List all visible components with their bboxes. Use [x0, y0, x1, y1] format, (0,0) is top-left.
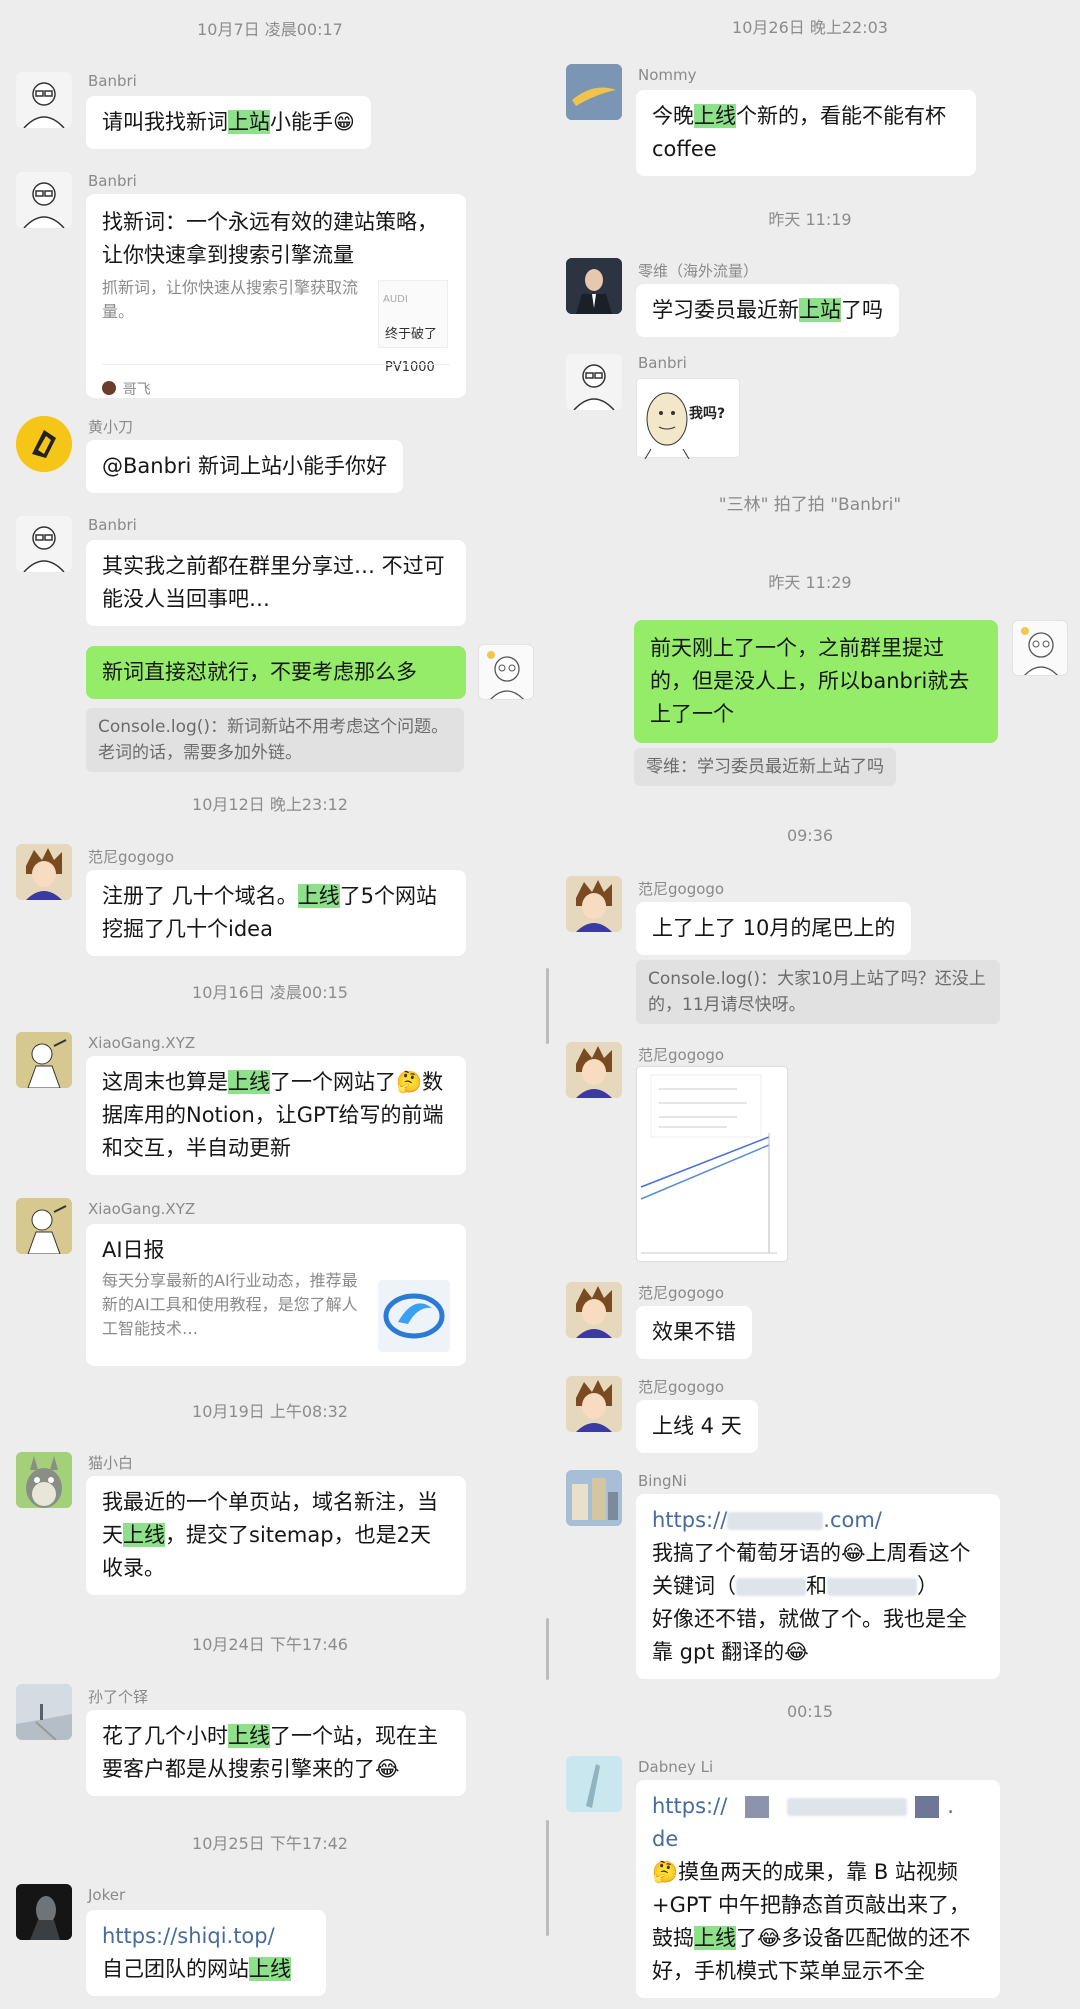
quoted-message[interactable]: Console.log()：新词新站不用考虑这个问题。 老词的话，需要多加外链。 — [86, 708, 464, 772]
avatar-banbri[interactable] — [566, 354, 622, 410]
avatar-nommy[interactable] — [566, 64, 622, 120]
timestamp: 10月7日 凌晨00:17 — [197, 20, 343, 39]
sender-name: Nommy — [638, 66, 697, 84]
card-description: 抓新词，让你快速从搜索引擎获取流量。 — [102, 278, 359, 321]
timestamp: 10月25日 下午17:42 — [192, 1834, 348, 1853]
quoted-message[interactable]: 零维：学习委员最近新上站了吗 — [634, 748, 896, 786]
source-icon — [102, 381, 116, 395]
avatar-fanni[interactable] — [566, 1282, 622, 1338]
message-link[interactable]: https://.com/ — [652, 1504, 984, 1537]
message-bubble[interactable]: @Banbri 新词上站小能手你好 — [86, 440, 404, 493]
card-thumbnail-logo — [378, 1280, 450, 1352]
avatar-self[interactable] — [478, 644, 534, 700]
sender-name: BingNi — [638, 1472, 687, 1490]
sender-name: Dabney Li — [638, 1758, 714, 1776]
message-bubble[interactable]: https://shiqi.top/ 自己团队的网站上线 — [86, 1910, 326, 1996]
sender-name: 范尼gogogo — [638, 1284, 725, 1302]
sender-name: 范尼gogogo — [638, 880, 725, 898]
sender-name: 范尼gogogo — [88, 848, 175, 866]
my-message-bubble[interactable]: 新词直接怼就行，不要考虑那么多 — [86, 646, 466, 699]
quoted-message[interactable]: Console.log()：大家10月上站了吗？还没上的，11月请尽快呀。 — [636, 960, 1000, 1024]
message-bubble[interactable]: 效果不错 — [636, 1306, 752, 1359]
avatar-fanni[interactable] — [16, 844, 72, 900]
avatar-huangxiaodao[interactable] — [16, 416, 72, 472]
right-chat-column: 10月26日 晚上22:03 Nommy 今晚上线个新的，看能不能有杯coffe… — [540, 0, 1080, 2009]
card-title: AI日报 — [102, 1238, 165, 1262]
message-bubble[interactable]: 其实我之前都在群里分享过… 不过可能没人当回事吧… — [86, 540, 466, 626]
avatar-bingni[interactable] — [566, 1470, 622, 1526]
avatar-lingwei[interactable] — [566, 258, 622, 314]
timestamp: 10月16日 凌晨00:15 — [192, 983, 348, 1002]
sender-name: 猫小白 — [88, 1454, 134, 1472]
message-link[interactable]: https://. — [652, 1790, 984, 1823]
timestamp: 00:15 — [786, 1702, 834, 1721]
avatar-xiaogang[interactable] — [16, 1032, 72, 1088]
avatar-banbri[interactable] — [16, 72, 72, 128]
message-bubble[interactable]: 学习委员最近新上站了吗 — [636, 284, 899, 337]
timestamp: 10月26日 晚上22:03 — [732, 18, 888, 37]
avatar-self[interactable] — [1012, 620, 1068, 676]
sender-name: Banbri — [88, 172, 137, 190]
sender-name: XiaoGang.XYZ — [88, 1034, 196, 1052]
card-description: 每天分享最新的AI行业动态，推荐最新的AI工具和使用教程，是您了解人工智能技术… — [102, 1271, 358, 1338]
sender-name: Banbri — [638, 354, 687, 372]
system-message: "三林" 拍了拍 "Banbri" — [718, 495, 902, 515]
avatar-fanni[interactable] — [566, 1376, 622, 1432]
sticker-image[interactable]: 我吗? — [636, 378, 740, 460]
message-bubble[interactable]: 上了上了 10月的尾巴上的 — [636, 902, 912, 955]
sender-name: 范尼gogogo — [638, 1378, 725, 1396]
avatar-joker[interactable] — [16, 1884, 72, 1940]
message-bubble[interactable]: 注册了 几十个域名。上线了5个网站 挖掘了几十个idea — [86, 870, 466, 956]
sender-name: Joker — [88, 1886, 126, 1904]
message-bubble[interactable]: 花了几个小时上线了一个站，现在主要客户都是从搜索引擎来的了😂 — [86, 1710, 466, 1796]
timestamp: 昨天 11:29 — [768, 573, 852, 592]
message-link[interactable]: https://shiqi.top/ — [102, 1920, 310, 1953]
avatar-banbri[interactable] — [16, 516, 72, 572]
sender-name: 零维（海外流量） — [638, 262, 759, 280]
message-bubble[interactable]: 我最近的一个单页站，域名新注，当天上线，提交了sitemap，也是2天收录。 — [86, 1476, 466, 1595]
sender-name: Banbri — [88, 72, 137, 90]
message-bubble[interactable]: https://. de 🤔摸鱼两天的成果，靠 B 站视频+GPT 中午把静态首… — [636, 1780, 1000, 1998]
my-message-bubble[interactable]: 前天刚上了一个，之前群里提过的，但是没人上，所以banbri就去上了一个 — [634, 620, 998, 743]
avatar-maoxiaobai[interactable] — [16, 1452, 72, 1508]
avatar-xiaogang[interactable] — [16, 1198, 72, 1254]
timestamp: 10月12日 晚上23:12 — [192, 795, 348, 814]
left-chat-column: 10月7日 凌晨00:17 Banbri 请叫我找新词上站小能手😁 Banbri… — [0, 0, 540, 2009]
link-card[interactable]: AI日报 每天分享最新的AI行业动态，推荐最新的AI工具和使用教程，是您了解人工… — [86, 1224, 466, 1366]
message-bubble[interactable]: 今晚上线个新的，看能不能有杯coffee — [636, 90, 976, 176]
message-bubble[interactable]: 这周末也算是上线了一个网站了🤔数据库用的Notion，让GPT给写的前端和交互，… — [86, 1056, 466, 1175]
avatar-fanni[interactable] — [566, 1042, 622, 1098]
avatar-dabneyli[interactable] — [566, 1756, 622, 1812]
sender-name: 范尼gogogo — [638, 1046, 725, 1064]
message-bubble[interactable]: 请叫我找新词上站小能手😁 — [86, 96, 371, 149]
timestamp: 昨天 11:19 — [768, 210, 852, 229]
card-thumbnail: AUDI 终于破了 PV1000 — [378, 280, 448, 375]
timestamp: 10月24日 下午17:46 — [192, 1635, 348, 1654]
sender-name: XiaoGang.XYZ — [88, 1200, 196, 1218]
card-source: 哥飞 — [102, 364, 450, 407]
link-card[interactable]: 找新词：一个永远有效的建站策略，让你快速拿到搜索引擎流量 抓新词，让你快速从搜索… — [86, 194, 466, 398]
message-bubble[interactable]: 上线 4 天 — [636, 1400, 758, 1453]
sender-name: Banbri — [88, 516, 137, 534]
timestamp: 09:36 — [786, 826, 834, 845]
sender-name: 孙了个铎 — [88, 1688, 149, 1706]
avatar-fanni[interactable] — [566, 876, 622, 932]
chart-screenshot-image[interactable] — [636, 1066, 788, 1262]
avatar-sunleguoduo[interactable] — [16, 1684, 72, 1740]
timestamp: 10月19日 上午08:32 — [192, 1402, 348, 1421]
message-bubble[interactable]: https://.com/ 我搞了个葡萄牙语的😂上周看这个 关键词（和） 好像还… — [636, 1494, 1000, 1679]
card-title: 找新词：一个永远有效的建站策略，让你快速拿到搜索引擎流量 — [102, 210, 438, 267]
avatar-banbri[interactable] — [16, 172, 72, 228]
sender-name: 黄小刀 — [88, 418, 134, 436]
